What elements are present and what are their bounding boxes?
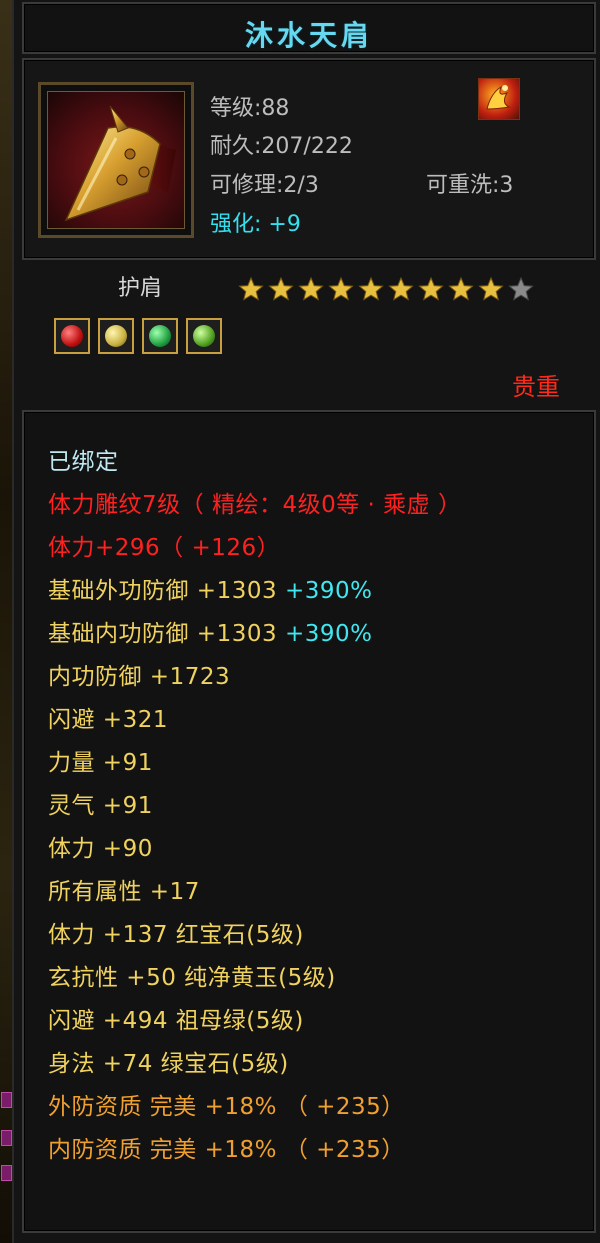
attr-line: 闪避 +321 xyxy=(48,707,168,733)
base-ext-def-label: 基础外功防御 +1303 xyxy=(48,578,285,604)
star-filled-icon xyxy=(448,276,474,301)
item-tooltip: 沐水天肩 等级:88 耐久:207/222 可修理:2/3 可重洗:3 强化: … xyxy=(12,0,600,1243)
item-type: 护肩 xyxy=(118,276,163,301)
gem-slots xyxy=(54,318,222,354)
rarity-label: 贵重 xyxy=(512,373,560,401)
attr-line: 体力 +90 xyxy=(48,836,153,862)
attr-line: 内功防御 +1723 xyxy=(48,664,231,690)
star-filled-icon xyxy=(268,276,294,301)
background-strip xyxy=(0,0,12,1243)
shoulder-armor-icon xyxy=(47,91,185,229)
bound-status: 已绑定 xyxy=(48,449,119,475)
phoenix-badge-icon xyxy=(478,78,520,120)
base-ext-def-pct: +390% xyxy=(284,578,373,604)
edge-marker xyxy=(1,1165,12,1181)
base-int-def-pct: +390% xyxy=(284,621,373,647)
repair-value: 2/3 xyxy=(283,173,319,198)
enhance-value: +9 xyxy=(268,212,301,237)
rewash-label: 可重洗: xyxy=(426,173,500,198)
star-rating xyxy=(238,276,534,301)
green-gem-icon[interactable] xyxy=(186,318,222,354)
star-filled-icon xyxy=(358,276,384,301)
gem-attr-line: 身法 +74 绿宝石(5级) xyxy=(48,1051,289,1077)
attr-line: 所有属性 +17 xyxy=(48,879,200,905)
gem-attr-line: 玄抗性 +50 纯净黄玉(5级) xyxy=(48,965,336,991)
star-empty-icon xyxy=(508,276,534,301)
level-value: 88 xyxy=(261,96,290,121)
emerald-gem-icon[interactable] xyxy=(142,318,178,354)
star-filled-icon xyxy=(478,276,504,301)
gem-attr-line: 体力 +137 红宝石(5级) xyxy=(48,922,304,948)
quality-int-line: 内防资质 完美 +18% （ +235） xyxy=(48,1137,405,1163)
level-label: 等级: xyxy=(210,96,262,121)
star-filled-icon xyxy=(238,276,264,301)
rewash-value: 3 xyxy=(499,173,514,198)
rewash-stat: 可重洗:3 xyxy=(426,167,513,199)
yellow-gem-icon[interactable] xyxy=(98,318,134,354)
gem-attr-line: 闪避 +494 祖母绿(5级) xyxy=(48,1008,304,1034)
edge-marker xyxy=(1,1092,12,1108)
attr-line: 力量 +91 xyxy=(48,750,153,776)
red-gem-icon[interactable] xyxy=(54,318,90,354)
title-bar: 沐水天肩 xyxy=(22,2,596,54)
repair-stat: 可修理:2/3 xyxy=(210,167,319,199)
star-filled-icon xyxy=(328,276,354,301)
durability-stat: 耐久:207/222 xyxy=(210,128,353,160)
engrave-line: 体力雕纹7级（ 精绘：4级0等 · 乘虚 ） xyxy=(48,492,462,518)
base-int-def-line: 基础内功防御 +1303 +390% xyxy=(48,614,372,648)
item-name: 沐水天肩 xyxy=(244,19,373,52)
durability-value: 207/222 xyxy=(261,134,353,159)
repair-label: 可修理: xyxy=(210,173,284,198)
level-stat: 等级:88 xyxy=(210,90,289,122)
base-ext-def-line: 基础外功防御 +1303 +390% xyxy=(48,571,372,605)
quality-ext-line: 外防资质 完美 +18% （ +235） xyxy=(48,1094,405,1120)
attribute-panel: 已绑定 体力雕纹7级（ 精绘：4级0等 · 乘虚 ） 体力+296（ +126）… xyxy=(22,410,596,1233)
item-icon-frame[interactable] xyxy=(38,82,194,238)
enhance-label: 强化: xyxy=(210,212,262,237)
durability-label: 耐久: xyxy=(210,134,262,159)
item-header: 等级:88 耐久:207/222 可修理:2/3 可重洗:3 强化: +9 xyxy=(22,58,596,260)
edge-marker xyxy=(1,1130,12,1146)
attr-line: 灵气 +91 xyxy=(48,793,153,819)
star-filled-icon xyxy=(388,276,414,301)
star-filled-icon xyxy=(418,276,444,301)
stamina-main-line: 体力+296（ +126） xyxy=(48,535,281,561)
base-int-def-label: 基础内功防御 +1303 xyxy=(48,621,285,647)
star-filled-icon xyxy=(298,276,324,301)
enhance-stat: 强化: +9 xyxy=(210,206,301,238)
